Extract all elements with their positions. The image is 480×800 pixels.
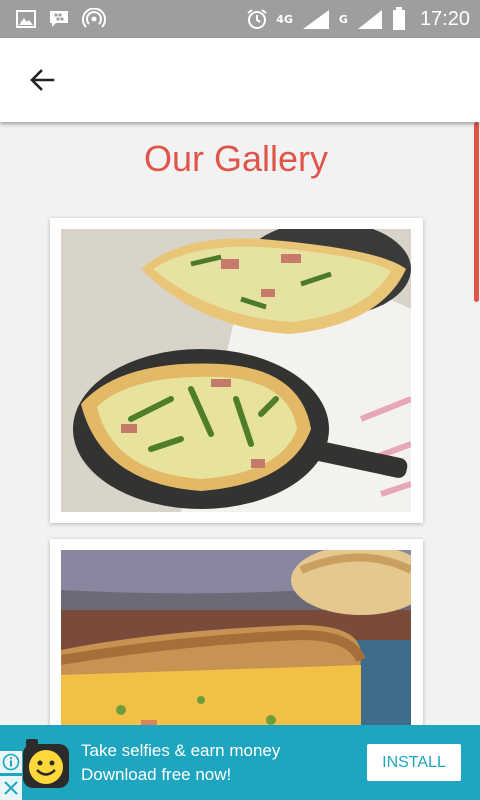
data-arrows-icon: 4G: [276, 14, 293, 25]
network-secondary-label: G: [338, 12, 348, 26]
gallery-icon: [16, 10, 36, 28]
gallery-card[interactable]: [50, 218, 423, 523]
hotspot-icon: [82, 8, 106, 30]
page-title: Our Gallery: [143, 138, 329, 179]
alarm-icon: [246, 8, 268, 30]
network-type-label: 4G: [276, 12, 293, 26]
status-bar-right: 4G G 17:20: [246, 7, 480, 31]
scrollbar[interactable]: [474, 122, 479, 302]
bbm-icon: [48, 9, 70, 29]
signal-icon: [301, 8, 331, 30]
app-bar: [0, 38, 480, 122]
ad-banner[interactable]: Take selfies & earn money Download free …: [0, 725, 480, 800]
smiley-app-icon: [23, 739, 69, 788]
close-icon: [4, 781, 18, 795]
info-icon: [2, 753, 20, 771]
ad-info-button[interactable]: [0, 751, 22, 773]
install-button[interactable]: INSTALL: [367, 744, 461, 781]
signal-icon: [356, 8, 384, 30]
ad-app-logo[interactable]: [22, 739, 70, 789]
ad-subline: Download free now!: [81, 765, 232, 784]
ad-close-button[interactable]: [0, 776, 22, 800]
status-clock: 17:20: [419, 7, 470, 30]
status-bar-left: [0, 8, 106, 30]
back-button[interactable]: [14, 52, 70, 108]
status-bar: 4G G 17:20: [0, 0, 480, 38]
gallery-image[interactable]: [61, 229, 411, 512]
gallery-content[interactable]: Our Gallery: [0, 122, 480, 725]
ad-text[interactable]: Take selfies & earn money Download free …: [81, 739, 280, 787]
battery-icon: [392, 7, 406, 31]
gallery-image[interactable]: [61, 550, 411, 725]
arrow-left-icon: [30, 69, 55, 91]
gallery-card[interactable]: [50, 539, 423, 725]
ad-headline: Take selfies & earn money: [81, 741, 281, 760]
